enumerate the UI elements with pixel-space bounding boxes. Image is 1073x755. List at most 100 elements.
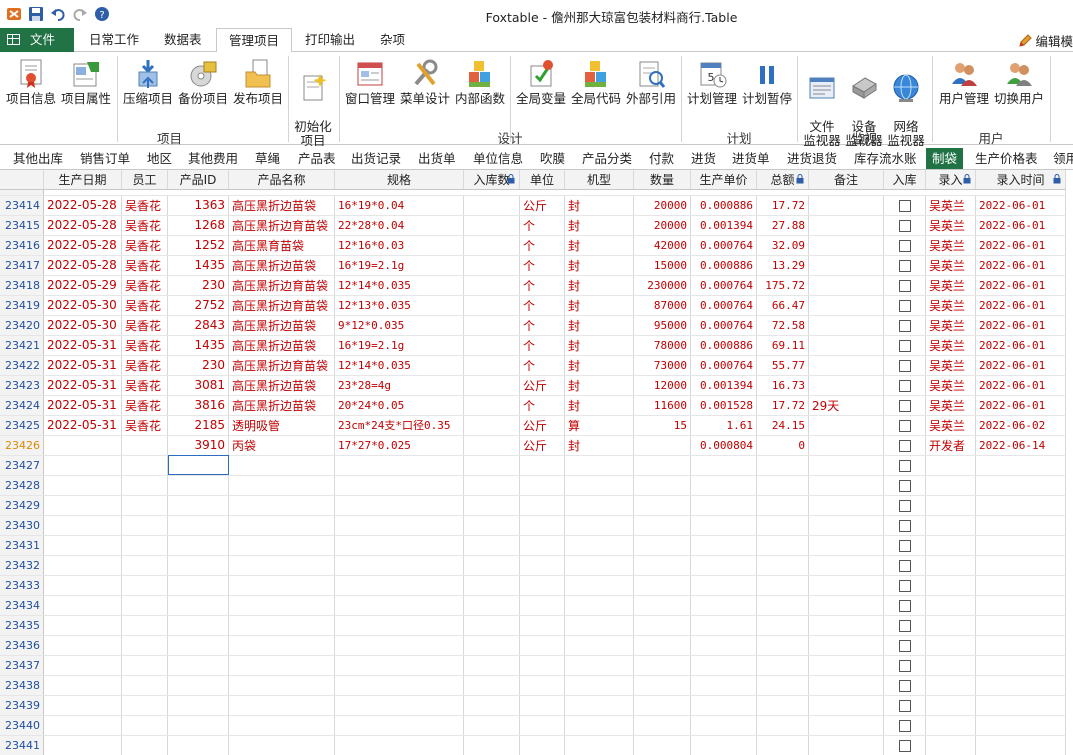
cell-stock-in-qty[interactable] xyxy=(463,355,520,376)
cell-quantity[interactable]: 15000 xyxy=(633,255,691,276)
cell-entered-by[interactable]: 吴英兰 xyxy=(925,235,976,256)
table-tab-purchase[interactable]: 进货 xyxy=(685,148,722,169)
cell-spec[interactable]: 16*19*0.04 xyxy=(334,195,464,216)
table-row[interactable]: 23417 2022-05-28 吴香花 1435 高压黑折边苗袋 16*19=2.1g 个… xyxy=(0,255,1066,276)
cell-total[interactable]: 32.09 xyxy=(756,235,809,256)
cell-spec[interactable] xyxy=(334,675,464,696)
table-row[interactable]: 23422 2022-05-31 吴香花 230 高压黑折边育苗袋 12*14*0.035… xyxy=(0,355,1066,376)
cell-note[interactable] xyxy=(808,235,884,256)
edit-mode-button[interactable]: 编辑模 xyxy=(1017,31,1073,50)
cell-product-name[interactable]: 高压黑折边苗袋 xyxy=(228,375,335,396)
stocked-checkbox[interactable] xyxy=(898,479,911,492)
cell-unit-price[interactable] xyxy=(690,555,757,576)
cell-unit-price[interactable]: 1.61 xyxy=(690,415,757,436)
cell-entry-time[interactable] xyxy=(975,715,1066,736)
cell-unit[interactable]: 个 xyxy=(519,395,565,416)
cell-employee[interactable] xyxy=(121,695,168,716)
cell-date[interactable]: 2022-05-28 xyxy=(43,215,122,236)
cell-product-name[interactable]: 高压黑折边育苗袋 xyxy=(228,215,335,236)
cell-total[interactable]: 13.29 xyxy=(756,255,809,276)
table-row[interactable]: 23418 2022-05-29 吴香花 230 高压黑折边育苗袋 12*14*0.035… xyxy=(0,275,1066,296)
cell-machine-type[interactable]: 封 xyxy=(564,275,634,296)
cell-unit-price[interactable]: 0.000886 xyxy=(690,255,757,276)
cell-note[interactable] xyxy=(808,675,884,696)
cell-entry-time[interactable]: 2022-06-01 xyxy=(975,255,1066,276)
cell-entry-time[interactable] xyxy=(975,515,1066,536)
cell-employee[interactable] xyxy=(121,655,168,676)
table-tab-unit-info[interactable]: 单位信息 xyxy=(467,148,529,169)
cell-entry-time[interactable]: 2022-06-01 xyxy=(975,395,1066,416)
cell-employee[interactable]: 吴香花 xyxy=(121,315,168,336)
stocked-checkbox[interactable] xyxy=(898,379,911,392)
cell-total[interactable]: 27.88 xyxy=(756,215,809,236)
cell-note[interactable] xyxy=(808,495,884,516)
cell-product-id[interactable]: 3816 xyxy=(167,395,229,416)
cell-stock-in-qty[interactable] xyxy=(463,535,520,556)
cell-product-name[interactable]: 丙袋 xyxy=(228,435,335,456)
row-number[interactable]: 23421 xyxy=(0,335,44,356)
cell-product-id[interactable] xyxy=(167,655,229,676)
cell-date[interactable] xyxy=(43,455,122,476)
cell-unit-price[interactable] xyxy=(690,675,757,696)
cell-stocked-checkbox[interactable] xyxy=(883,515,926,536)
row-number[interactable]: 23433 xyxy=(0,575,44,596)
cell-employee[interactable] xyxy=(121,735,168,755)
cell-stocked-checkbox[interactable] xyxy=(883,595,926,616)
empty-table-row[interactable]: 23438 xyxy=(0,675,1066,696)
cell-total[interactable] xyxy=(756,655,809,676)
col-header-entry-time[interactable]: 录入时间 xyxy=(975,170,1066,190)
backup-project-button[interactable]: 备份项目 xyxy=(176,58,230,106)
col-header-date[interactable]: 生产日期 xyxy=(43,170,122,190)
cell-unit[interactable] xyxy=(519,455,565,476)
cell-unit[interactable]: 个 xyxy=(519,315,565,336)
cell-product-name[interactable] xyxy=(228,615,335,636)
cell-note[interactable] xyxy=(808,415,884,436)
cell-product-name[interactable]: 高压黑折边苗袋 xyxy=(228,335,335,356)
cell-note[interactable] xyxy=(808,575,884,596)
table-tab-payment[interactable]: 付款 xyxy=(643,148,680,169)
cell-machine-type[interactable] xyxy=(564,595,634,616)
cell-unit[interactable]: 个 xyxy=(519,275,565,296)
cell-product-id[interactable]: 3081 xyxy=(167,375,229,396)
row-number[interactable]: 23420 xyxy=(0,315,44,336)
cell-employee[interactable] xyxy=(121,435,168,456)
cell-stock-in-qty[interactable] xyxy=(463,455,520,476)
cell-entered-by[interactable] xyxy=(925,595,976,616)
cell-employee[interactable]: 吴香花 xyxy=(121,395,168,416)
cell-unit[interactable] xyxy=(519,635,565,656)
cell-stock-in-qty[interactable] xyxy=(463,295,520,316)
cell-stocked-checkbox[interactable] xyxy=(883,375,926,396)
cell-product-name[interactable]: 高压黑折边苗袋 xyxy=(228,395,335,416)
cell-unit[interactable] xyxy=(519,655,565,676)
cell-entered-by[interactable] xyxy=(925,455,976,476)
menu-design-button[interactable]: 菜单设计 xyxy=(398,58,452,106)
cell-date[interactable]: 2022-05-28 xyxy=(43,195,122,216)
cell-unit-price[interactable]: 0.000764 xyxy=(690,235,757,256)
cell-date[interactable] xyxy=(43,615,122,636)
cell-note[interactable] xyxy=(808,435,884,456)
cell-entry-time[interactable] xyxy=(975,615,1066,636)
cell-product-id[interactable] xyxy=(167,735,229,755)
cell-entry-time[interactable]: 2022-06-01 xyxy=(975,195,1066,216)
cell-machine-type[interactable] xyxy=(564,635,634,656)
empty-table-row[interactable]: 23439 xyxy=(0,695,1066,716)
cell-spec[interactable] xyxy=(334,715,464,736)
cell-product-id[interactable] xyxy=(167,675,229,696)
cell-total[interactable] xyxy=(756,475,809,496)
cell-date[interactable] xyxy=(43,595,122,616)
cell-machine-type[interactable] xyxy=(564,455,634,476)
cell-entered-by[interactable]: 吴英兰 xyxy=(925,215,976,236)
cell-quantity[interactable]: 73000 xyxy=(633,355,691,376)
cell-employee[interactable]: 吴香花 xyxy=(121,275,168,296)
cell-unit-price[interactable]: 0.001394 xyxy=(690,375,757,396)
cell-unit-price[interactable] xyxy=(690,655,757,676)
cell-entered-by[interactable]: 吴英兰 xyxy=(925,255,976,276)
table-tab-other-out[interactable]: 其他出库 xyxy=(7,148,69,169)
cell-product-name[interactable]: 高压黑折边育苗袋 xyxy=(228,355,335,376)
cell-note[interactable] xyxy=(808,215,884,236)
cell-stock-in-qty[interactable] xyxy=(463,635,520,656)
cell-stocked-checkbox[interactable] xyxy=(883,255,926,276)
cell-stock-in-qty[interactable] xyxy=(463,275,520,296)
internal-function-button[interactable]: 内部函数 xyxy=(453,58,507,106)
cell-stock-in-qty[interactable] xyxy=(463,735,520,755)
